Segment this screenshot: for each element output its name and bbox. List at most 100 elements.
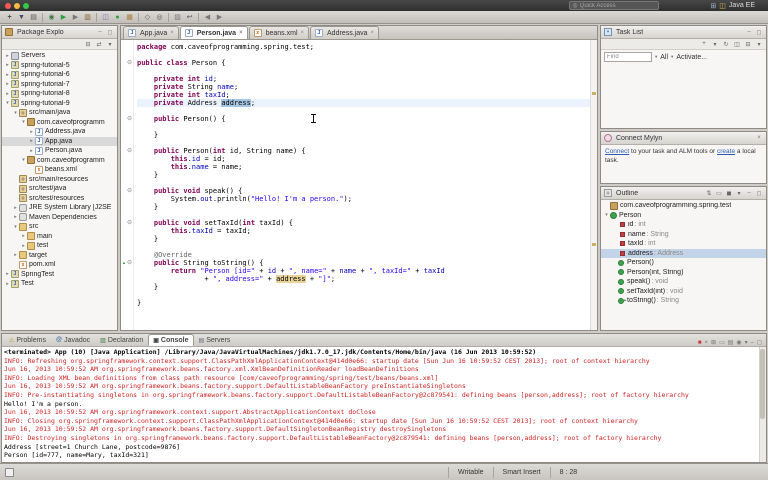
code-line[interactable]: public Person() { [137,115,590,123]
editor-tab-address-java[interactable]: Address.java× [310,26,379,39]
bottom-tab-problems[interactable]: ⚠ Problems [4,334,51,346]
code-line[interactable] [137,51,590,59]
code-line[interactable]: @Override [137,251,590,259]
outline-item-person[interactable]: ▾ Person [601,211,766,221]
chevron-expanded-icon[interactable]: ▾ [12,110,19,116]
editor-tab-app-java[interactable]: App.java× [123,26,179,39]
package-explorer-title[interactable]: Package Explo [17,29,64,36]
mylyn-link[interactable]: create [717,148,735,155]
explorer-item-target[interactable]: ▸ target [2,251,117,261]
explorer-item-src-main-resources[interactable]: src/main/resources [2,175,117,185]
code-line[interactable]: public void setTaxId(int taxId) { [137,219,590,227]
java-ee-perspective-icon[interactable]: ◫ [719,2,726,10]
close-window-button[interactable] [5,2,11,9]
code-line[interactable]: this.id = id; [137,155,590,163]
explorer-item-springtest[interactable]: ▸ SpringTest [2,270,117,280]
explorer-item-main[interactable]: ▸ main [2,232,117,242]
code-line[interactable]: private String name; [137,83,590,91]
run-icon[interactable] [58,12,69,23]
close-tab-icon[interactable]: × [370,30,374,36]
code-line[interactable] [137,211,590,219]
fold-collapse-icon[interactable]: ⊖ [127,147,132,155]
maximize-view-icon[interactable]: ◻ [757,339,762,346]
open-type-icon[interactable] [142,12,153,23]
maximize-view-icon[interactable]: ◻ [755,29,763,36]
minimize-view-icon[interactable]: – [96,29,104,35]
code-line[interactable]: private Address address; [137,99,590,107]
code-line[interactable]: } [137,283,590,291]
code-line[interactable]: } [137,235,590,243]
outline-item-id[interactable]: id : int [601,220,766,230]
new-wizard-icon[interactable] [4,12,15,23]
explorer-item-test[interactable]: ▸ Test [2,279,117,289]
editor-tab-beans-xml[interactable]: beans.xml× [248,26,310,39]
bottom-tab-console[interactable]: ▣ Console [148,334,194,346]
fold-collapse-icon[interactable]: ⊖ [127,115,132,123]
mark-occurrences-icon[interactable] [172,12,183,23]
chevron-collapsed-icon[interactable]: ▸ [4,72,11,78]
explorer-item-pom-xml[interactable]: pom.xml [2,260,117,270]
explorer-item-src-test-resources[interactable]: src/test/resources [2,194,117,204]
outline-title[interactable]: Outline [616,190,638,197]
scrollbar-thumb[interactable] [760,349,765,419]
find-scope-all[interactable]: All [660,54,668,61]
chevron-collapsed-icon[interactable]: ▸ [4,53,11,59]
categorize-icon[interactable]: ▾ [711,41,719,48]
chevron-expanded-icon[interactable]: ▾ [4,100,11,106]
clear-console-icon[interactable]: ▭ [719,339,725,346]
hide-static-icon[interactable]: ◼ [725,190,733,197]
chevron-collapsed-icon[interactable]: ▸ [20,243,27,249]
code-line[interactable]: package com.caveofprogramming.spring.tes… [137,43,590,51]
outline-item-address[interactable]: address : Address [601,248,766,258]
code-line[interactable] [137,67,590,75]
overview-ruler[interactable] [590,40,597,330]
fold-collapse-icon[interactable]: ⊖ [127,187,132,195]
code-line[interactable] [137,243,590,251]
code-line[interactable]: + ", address=" + address + "]"; [137,275,590,283]
debug-icon[interactable] [46,12,57,23]
chevron-collapsed-icon[interactable]: ▸ [12,214,19,220]
bottom-tab-declaration[interactable]: ▨ Declaration [95,334,148,346]
explorer-item-app-java[interactable]: ▸ App.java [2,136,117,146]
run-external-icon[interactable] [70,12,81,23]
chevron-collapsed-icon[interactable]: ▸ [28,148,35,154]
bottom-tab-javadoc[interactable]: @ Javadoc [51,334,95,346]
coverage-icon[interactable] [82,12,93,23]
code-line[interactable]: System.out.println("Hello! I'm a person.… [137,195,590,203]
chevron-collapsed-icon[interactable]: ▸ [28,129,35,135]
print-icon[interactable] [28,12,39,23]
editor-body[interactable]: ⊖ ⊖ ⊖ ⊖ ⊖ ▲ ⊖ package com.caveofprogramming.sp… [121,40,597,330]
explorer-item-address-java[interactable]: ▸ Address.java [2,127,117,137]
console-output[interactable]: <terminated> App (10) [Java Application]… [2,347,766,462]
scroll-lock-icon[interactable]: ▤ [728,339,734,346]
outline-item-settaxid-int[interactable]: setTaxId(int) : void [601,287,766,297]
activate-task-button[interactable]: Activate... [676,54,707,61]
view-menu-icon[interactable]: ▾ [106,41,114,48]
fold-collapse-icon[interactable]: ⊖ [127,259,132,267]
code-line[interactable]: this.name = name; [137,163,590,171]
chevron-expanded-icon[interactable]: ▾ [603,212,610,218]
code-line[interactable]: public String toString() { [137,259,590,267]
explorer-item-spring-tutorial-6[interactable]: ▸ spring-tutorial-6 [2,70,117,80]
code-line[interactable]: } [137,131,590,139]
occurrence-marker[interactable] [592,243,596,246]
close-icon[interactable]: × [755,135,763,141]
new-class-icon[interactable] [112,12,123,23]
explorer-item-servers[interactable]: ▸ Servers [2,51,117,61]
fold-collapse-icon[interactable]: ⊖ [127,59,132,67]
explorer-item-spring-tutorial-9[interactable]: ▾ spring-tutorial-9 [2,99,117,109]
console-scrollbar[interactable] [759,347,766,462]
quick-access-box[interactable]: ◎ [569,1,660,10]
close-tab-icon[interactable]: × [170,30,174,36]
chevron-expanded-icon[interactable]: ▾ [12,224,19,230]
outline-item-name[interactable]: name : String [601,230,766,240]
close-tab-icon[interactable]: × [301,30,305,36]
mylyn-link[interactable]: Connect [605,148,629,155]
link-with-editor-icon[interactable]: ⇄ [95,41,103,48]
explorer-item-src[interactable]: ▾ src [2,222,117,232]
terminate-icon[interactable]: ■ [698,340,702,346]
chevron-expanded-icon[interactable]: ▾ [20,157,27,163]
occurrence-marker[interactable] [592,92,596,96]
code-line[interactable] [137,107,590,115]
code-line[interactable]: } [137,171,590,179]
